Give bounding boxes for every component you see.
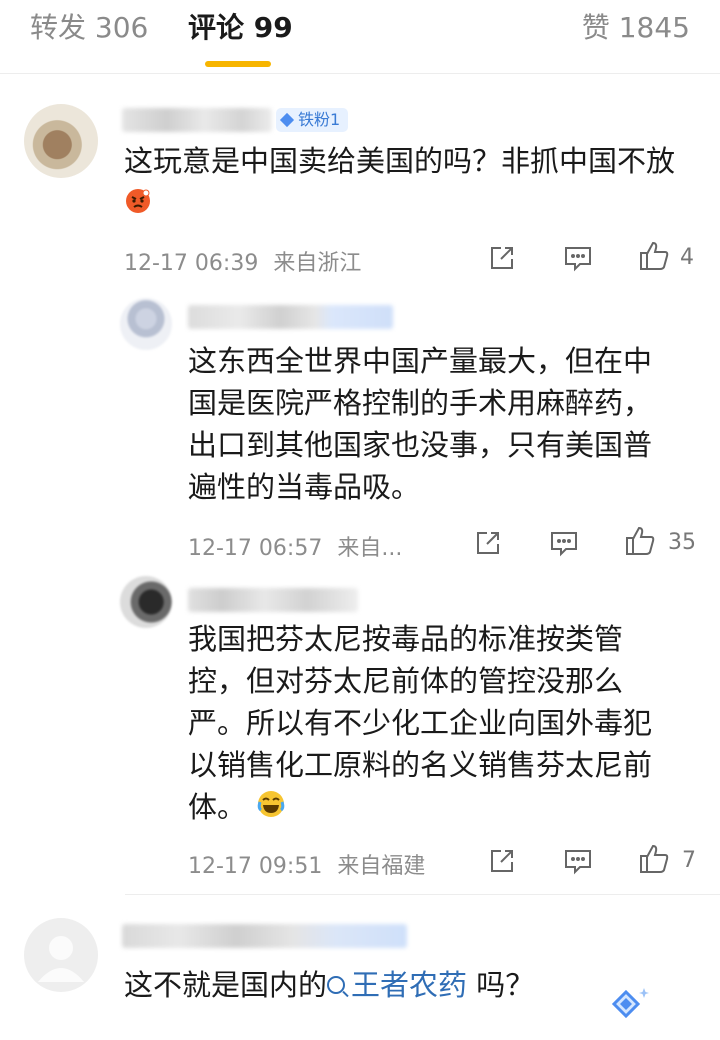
badge-label: 铁粉1 — [298, 110, 341, 129]
comment-body: 这不就是国内的 — [124, 968, 328, 1002]
comment-meta: 12-17 06:57 来自... — [188, 530, 402, 562]
diamond-sparkle-icon — [604, 984, 652, 1024]
comment-text: 这东西全世界中国产量最大，但在中国是医院严格控制的手术用麻醉药，出口到其他国家也… — [188, 344, 653, 504]
share-icon[interactable] — [488, 847, 516, 875]
commenter-name-blurred[interactable] — [188, 305, 393, 329]
like-icon[interactable] — [638, 240, 670, 272]
comment-location: 来自浙江 — [273, 251, 362, 276]
commenter-avatar[interactable] — [120, 576, 172, 628]
commenter-avatar[interactable] — [120, 298, 172, 350]
laughing-tears-emoji-icon — [256, 788, 286, 830]
reply-icon[interactable] — [563, 244, 593, 272]
comment-body: 这玩意是中国卖给美国的吗？非抓中国不放 — [124, 144, 676, 178]
commenter-name-blurred[interactable] — [188, 588, 358, 612]
reply-icon[interactable] — [549, 529, 579, 557]
search-icon — [327, 976, 346, 994]
comment-meta: 12-17 06:39 来自浙江 — [124, 245, 361, 277]
share-icon[interactable] — [488, 244, 516, 272]
comment-location: 来自福建 — [337, 854, 426, 879]
like-icon[interactable] — [624, 525, 656, 557]
comment-location: 来自... — [337, 536, 403, 561]
tab-comments[interactable]: 评论 99 — [188, 10, 293, 46]
tab-divider — [0, 73, 720, 74]
comment-time: 12-17 06:39 — [124, 251, 259, 276]
fan-level-badge: 铁粉1 — [276, 108, 349, 132]
like-count: 4 — [680, 245, 694, 270]
comment-time: 12-17 06:57 — [188, 536, 323, 561]
like-count: 7 — [682, 848, 696, 873]
like-icon[interactable] — [638, 843, 670, 875]
commenter-avatar[interactable] — [24, 918, 98, 992]
comment-tab-bar: 转发 306 评论 99 赞 1845 — [0, 0, 720, 72]
reply-icon[interactable] — [563, 847, 593, 875]
comment-text: 这玩意是中国卖给美国的吗？非抓中国不放 — [124, 140, 684, 226]
active-tab-indicator — [205, 61, 271, 67]
tab-reposts[interactable]: 转发 306 — [30, 10, 148, 46]
commenter-avatar[interactable] — [24, 104, 98, 178]
default-avatar-icon — [38, 936, 84, 982]
search-link[interactable]: 王者农药 — [327, 968, 467, 1002]
commenter-name-blurred[interactable] — [122, 924, 407, 948]
comment-time: 12-17 09:51 — [188, 854, 323, 879]
commenter-name-blurred[interactable] — [122, 108, 272, 132]
angry-face-emoji-icon — [124, 184, 152, 226]
like-count: 35 — [668, 530, 696, 555]
comment-meta: 12-17 09:51 来自福建 — [188, 848, 425, 880]
comment-text: 我国把芬太尼按毒品的标准按类管控，但对芬太尼前体的管控没那么严。所以有不少化工企… — [188, 618, 678, 830]
comment-body-tail: 吗？ — [467, 968, 535, 1002]
comment-text: 这不就是国内的 王者农药 吗？ — [124, 964, 644, 1006]
comment-separator — [125, 894, 720, 895]
tab-likes[interactable]: 赞 1845 — [582, 10, 690, 46]
diamond-icon — [279, 112, 295, 128]
search-link-label: 王者农药 — [351, 968, 468, 1002]
share-icon[interactable] — [474, 529, 502, 557]
